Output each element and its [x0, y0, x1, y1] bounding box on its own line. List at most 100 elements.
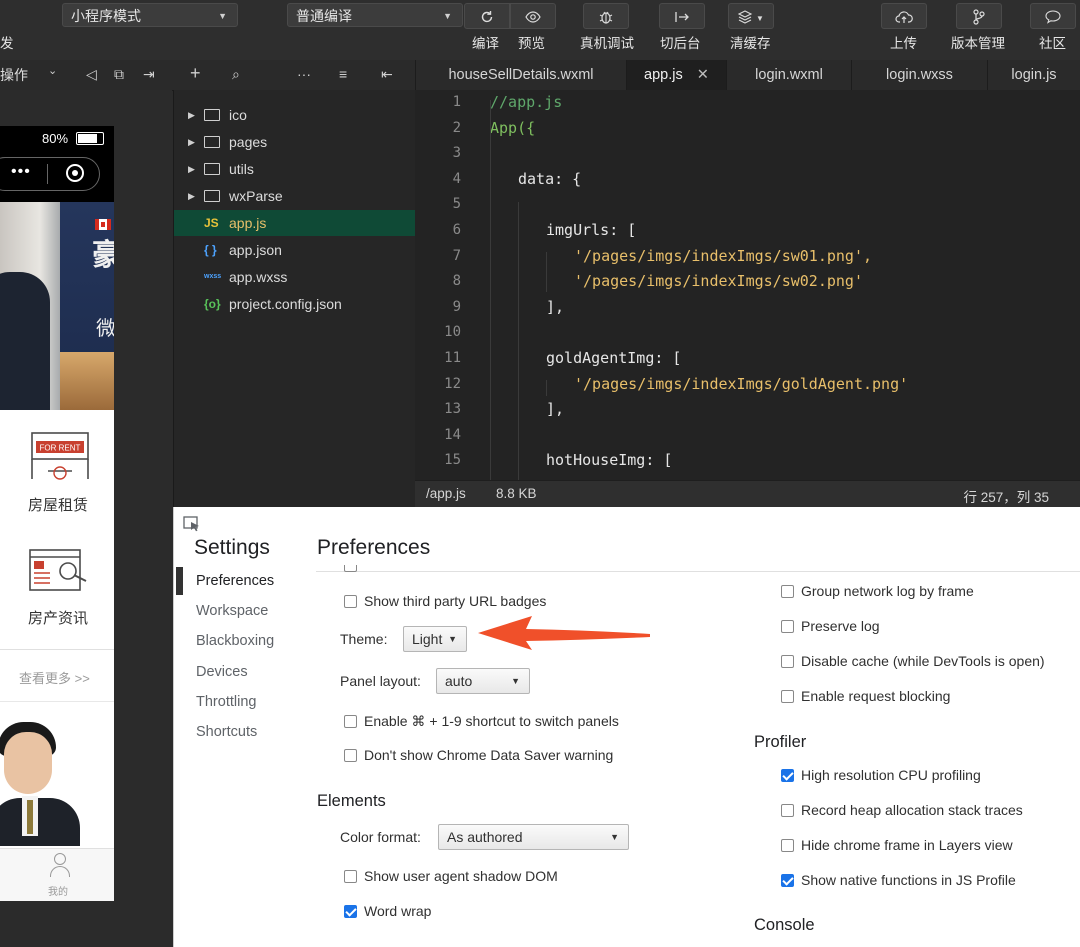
remote-debug-button[interactable] — [583, 3, 629, 29]
rent-icon[interactable]: FOR RENT — [28, 431, 90, 486]
tab-house-sell-details[interactable]: houseSellDetails.wxml — [415, 60, 626, 90]
nav-blackboxing[interactable]: Blackboxing — [196, 633, 274, 649]
theme-select[interactable]: Light ▼ — [403, 626, 467, 652]
file-tree-item[interactable]: ▶ ico — [174, 102, 415, 128]
code-line[interactable]: '/pages/imgs/indexImgs/sw02.png' — [574, 272, 863, 290]
nav-workspace[interactable]: Workspace — [196, 603, 268, 619]
speaker-icon[interactable]: ◁ — [86, 66, 97, 83]
compile-select[interactable]: 普通编译 ▼ — [287, 3, 463, 27]
file-tree-item[interactable]: ▶ utils — [174, 156, 415, 182]
ops-menu-label[interactable]: 操作 — [0, 65, 28, 85]
version-button[interactable] — [956, 3, 1002, 29]
code-line[interactable]: ], — [546, 400, 564, 418]
view-more-link[interactable]: 查看更多 >> — [19, 668, 90, 687]
panel-layout-select[interactable]: auto ▼ — [436, 668, 530, 694]
cpu-profiling-checkbox[interactable] — [781, 769, 794, 782]
preview-button[interactable] — [510, 3, 556, 29]
tab-login-wxml[interactable]: login.wxml — [726, 60, 851, 90]
code-line[interactable]: imgUrls: [ — [546, 221, 636, 239]
code-line[interactable]: goldAgentImg: [ — [546, 349, 681, 367]
clear-cache-label: 清缓存 — [730, 36, 771, 51]
agent-photo[interactable] — [0, 716, 80, 846]
tab-login-js[interactable]: login.js — [987, 60, 1080, 90]
scrolled-checkbox[interactable] — [344, 565, 357, 573]
more-dots-icon[interactable]: ••• — [11, 163, 31, 181]
window-icon[interactable]: ⧉ — [114, 66, 124, 83]
file-tree-item[interactable]: wxss app.wxss — [174, 264, 415, 290]
more-icon[interactable]: ··· — [297, 66, 311, 82]
eye-icon — [525, 11, 541, 23]
file-tree-item[interactable]: ▶ pages — [174, 129, 415, 155]
close-icon[interactable]: ✕ — [697, 67, 709, 83]
chevron-right-icon[interactable]: ▶ — [188, 102, 195, 128]
add-icon[interactable]: + — [190, 63, 201, 84]
nav-devices[interactable]: Devices — [196, 664, 248, 680]
line-number: 3 — [452, 145, 461, 162]
search-icon[interactable]: ⌕ — [232, 66, 240, 83]
line-number: 1 — [452, 94, 461, 110]
heap-allocation-checkbox[interactable] — [781, 804, 794, 817]
tab-app-js[interactable]: app.js ✕ — [626, 60, 726, 90]
code-line[interactable]: hotHouseImg: [ — [546, 451, 672, 469]
banner-image[interactable]: 豪 微 — [0, 202, 114, 410]
third-party-badges-checkbox[interactable] — [344, 595, 357, 608]
inspect-element-icon[interactable] — [182, 515, 202, 533]
rent-label[interactable]: 房屋租赁 — [28, 494, 88, 515]
file-tree-item-label: pages — [229, 134, 268, 150]
shadow-dom-checkbox[interactable] — [344, 870, 357, 883]
news-label[interactable]: 房产资讯 — [28, 607, 88, 628]
background-button[interactable] — [659, 3, 705, 29]
color-format-select[interactable]: As authored ▼ — [438, 824, 629, 850]
hide-chrome-frame-checkbox[interactable] — [781, 839, 794, 852]
user-icon[interactable] — [50, 853, 70, 879]
code-line[interactable]: App({ — [490, 119, 535, 137]
file-tree-item-label: wxParse — [229, 188, 283, 204]
compile-button[interactable] — [464, 3, 510, 29]
code-line[interactable]: //app.js — [490, 93, 562, 111]
switch-panels-shortcut-checkbox[interactable] — [344, 715, 357, 728]
code-line[interactable]: data: { — [518, 170, 581, 188]
data-saver-checkbox[interactable] — [344, 749, 357, 762]
nav-preferences[interactable]: Preferences — [196, 573, 274, 589]
disable-cache-checkbox[interactable] — [781, 655, 794, 668]
collapse-icon[interactable]: ⇤ — [381, 66, 393, 83]
tab-login-wxss[interactable]: login.wxss — [851, 60, 987, 90]
community-button[interactable] — [1030, 3, 1076, 29]
chevron-right-icon[interactable]: ▶ — [188, 156, 195, 182]
chevron-right-icon[interactable]: ▶ — [188, 129, 195, 155]
chat-bubble-icon — [1045, 10, 1061, 25]
code-line[interactable]: '/pages/imgs/indexImgs/goldAgent.png' — [574, 375, 908, 393]
chevron-down-icon: ▼ — [756, 14, 764, 23]
upload-button[interactable] — [881, 3, 927, 29]
news-icon[interactable] — [28, 548, 96, 592]
file-tree-item[interactable]: ▶ wxParse — [174, 183, 415, 209]
mine-tab-label[interactable]: 我的 — [48, 883, 68, 898]
file-tree-item[interactable]: {o} project.config.json — [174, 291, 415, 317]
nav-throttling[interactable]: Throttling — [196, 694, 256, 710]
code-line[interactable]: ], — [546, 298, 564, 316]
file-tree-item[interactable]: JS app.js — [174, 210, 415, 236]
close-miniprogram-icon[interactable] — [66, 164, 84, 182]
file-tree-item[interactable]: { } app.json — [174, 237, 415, 263]
code-editor[interactable]: 1 //app.js 2 App({3 4 data: {5 6 imgUrls: [7 '/p… — [415, 90, 1080, 480]
status-cursor-position: 行 257，列 35 — [963, 490, 1049, 505]
clear-cache-button[interactable]: ▼ — [728, 3, 774, 29]
remote-debug-label: 真机调试 — [580, 36, 634, 51]
dock-right-icon[interactable]: ⇥ — [143, 66, 155, 83]
request-blocking-checkbox[interactable] — [781, 690, 794, 703]
chevron-down-icon[interactable]: ⌄ — [48, 64, 57, 77]
capsule-menu[interactable]: ••• — [0, 157, 100, 191]
phone-screen[interactable]: 80% ••• 豪 微 FOR RENT 房屋租赁 房产资讯 查看更多 >> 我… — [0, 126, 114, 901]
nav-shortcuts[interactable]: Shortcuts — [196, 724, 257, 740]
line-number: 2 — [452, 119, 461, 136]
mode-select[interactable]: 小程序模式 ▼ — [62, 3, 238, 27]
third-party-badges-label: Show third party URL badges — [364, 593, 547, 609]
sort-icon[interactable]: ≡ — [339, 66, 347, 82]
code-line[interactable]: '/pages/imgs/indexImgs/sw01.png', — [574, 247, 872, 265]
preserve-log-checkbox[interactable] — [781, 620, 794, 633]
word-wrap-checkbox[interactable] — [344, 905, 357, 918]
chevron-right-icon[interactable]: ▶ — [188, 183, 195, 209]
json-file-icon: { } — [204, 243, 217, 257]
group-network-checkbox[interactable] — [781, 585, 794, 598]
native-functions-checkbox[interactable] — [781, 874, 794, 887]
